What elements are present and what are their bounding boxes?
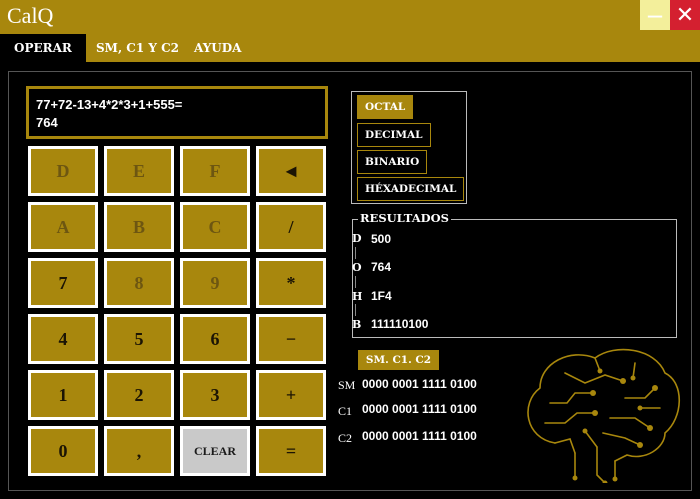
key-4[interactable]: 4 [28, 314, 98, 364]
calculator-display: 77+72-13+4*2*3+1+555= 764 [26, 86, 328, 139]
key-1[interactable]: 1 [28, 370, 98, 420]
close-icon: ✕ [675, 2, 695, 28]
expression-text: 77+72-13+4*2*3+1+555= [36, 97, 183, 112]
minimize-icon: — [647, 5, 663, 25]
key-d[interactable]: D [28, 146, 98, 196]
c1-value: 0000 0001 1111 0100 [362, 402, 477, 416]
title-bar: CalQ — ✕ [0, 0, 700, 34]
decimal-button[interactable]: DECIMAL [357, 123, 431, 147]
backspace-key[interactable]: ◄ [256, 146, 326, 196]
result-value-d: 500 [371, 232, 392, 246]
key-2[interactable]: 2 [104, 370, 174, 420]
key-0[interactable]: 0 [28, 426, 98, 476]
result-label-d: D [352, 232, 362, 245]
result-label-b: B [352, 318, 362, 331]
multiply-key[interactable]: * [256, 258, 326, 308]
tab-sm-c1-c2[interactable]: SM, C1 Y C2 [96, 34, 179, 62]
result-divider [355, 304, 356, 316]
add-key[interactable]: + [256, 370, 326, 420]
key-6[interactable]: 6 [180, 314, 250, 364]
close-button[interactable]: ✕ [670, 0, 700, 30]
key-5[interactable]: 5 [104, 314, 174, 364]
clear-button[interactable]: CLEAR [180, 426, 250, 476]
key-e[interactable]: E [104, 146, 174, 196]
results-title: RESULTADOS [358, 211, 451, 225]
c1-label: C1 [338, 404, 353, 418]
c2-label: C2 [338, 431, 353, 445]
result-divider [355, 247, 356, 259]
minimize-button[interactable]: — [640, 0, 670, 30]
divide-key[interactable]: / [256, 202, 326, 252]
app-title: CalQ [7, 3, 54, 28]
equals-key[interactable]: = [256, 426, 326, 476]
menu-bar: OPERAR SM, C1 Y C2 AYUDA [0, 34, 700, 62]
result-label-h: H [352, 290, 363, 303]
binario-button[interactable]: BINARIO [357, 150, 428, 174]
comma-key[interactable]: , [104, 426, 174, 476]
key-3[interactable]: 3 [180, 370, 250, 420]
sm-label: SM [338, 378, 356, 392]
result-label-o: O [352, 261, 362, 274]
sm-c1-c2-button[interactable]: SM. C1. C2 [358, 350, 439, 370]
tab-operar[interactable]: OPERAR [0, 34, 86, 62]
octal-button[interactable]: OCTAL [357, 95, 414, 119]
key-b[interactable]: B [104, 202, 174, 252]
result-value-b: 111110100 [371, 317, 429, 331]
result-divider [355, 276, 356, 288]
hexadecimal-button[interactable]: HÉXADECIMAL [357, 177, 465, 201]
key-c[interactable]: C [180, 202, 250, 252]
c2-value: 0000 0001 1111 0100 [362, 429, 477, 443]
sm-value: 0000 0001 1111 0100 [362, 377, 477, 391]
key-9[interactable]: 9 [180, 258, 250, 308]
key-7[interactable]: 7 [28, 258, 98, 308]
result-text: 764 [36, 115, 58, 130]
result-value-o: 764 [371, 260, 392, 274]
key-a[interactable]: A [28, 202, 98, 252]
key-8[interactable]: 8 [104, 258, 174, 308]
tab-ayuda[interactable]: AYUDA [194, 34, 241, 62]
result-value-h: 1F4 [371, 289, 392, 303]
key-f[interactable]: F [180, 146, 250, 196]
brain-circuit-icon [527, 348, 680, 483]
subtract-key[interactable]: − [256, 314, 326, 364]
